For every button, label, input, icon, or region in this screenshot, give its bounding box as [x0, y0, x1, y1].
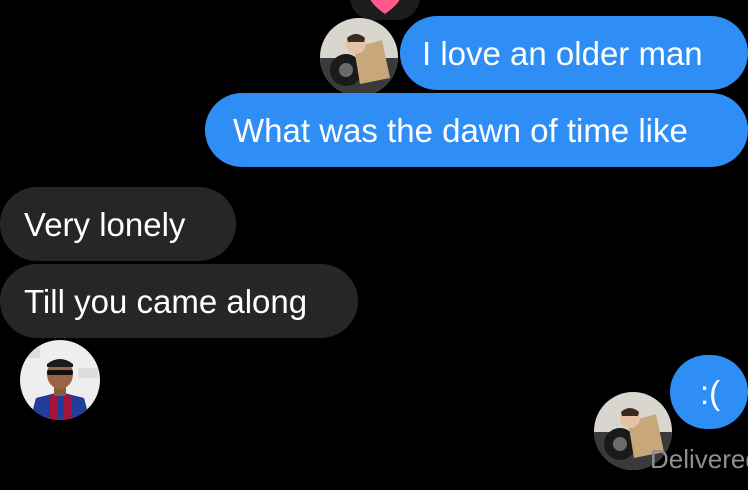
reaction-badge[interactable]: [350, 0, 420, 20]
message-text: Till you came along: [24, 282, 308, 320]
sender-avatar[interactable]: [320, 18, 398, 96]
message-text: I love an older man: [422, 34, 703, 72]
message-bubble[interactable]: What was the dawn of time like: [205, 93, 748, 167]
message-bubble[interactable]: Very lonely: [0, 187, 236, 261]
message-bubble[interactable]: I love an older man: [400, 16, 748, 90]
message-text: :(: [700, 373, 721, 411]
heart-icon: [368, 0, 402, 20]
contact-avatar[interactable]: [20, 340, 100, 420]
message-bubble[interactable]: Till you came along: [0, 264, 358, 338]
message-text: What was the dawn of time like: [233, 111, 688, 149]
message-text: Very lonely: [24, 205, 186, 243]
message-bubble[interactable]: :(: [670, 355, 748, 429]
delivery-status: Delivered: [650, 444, 748, 474]
